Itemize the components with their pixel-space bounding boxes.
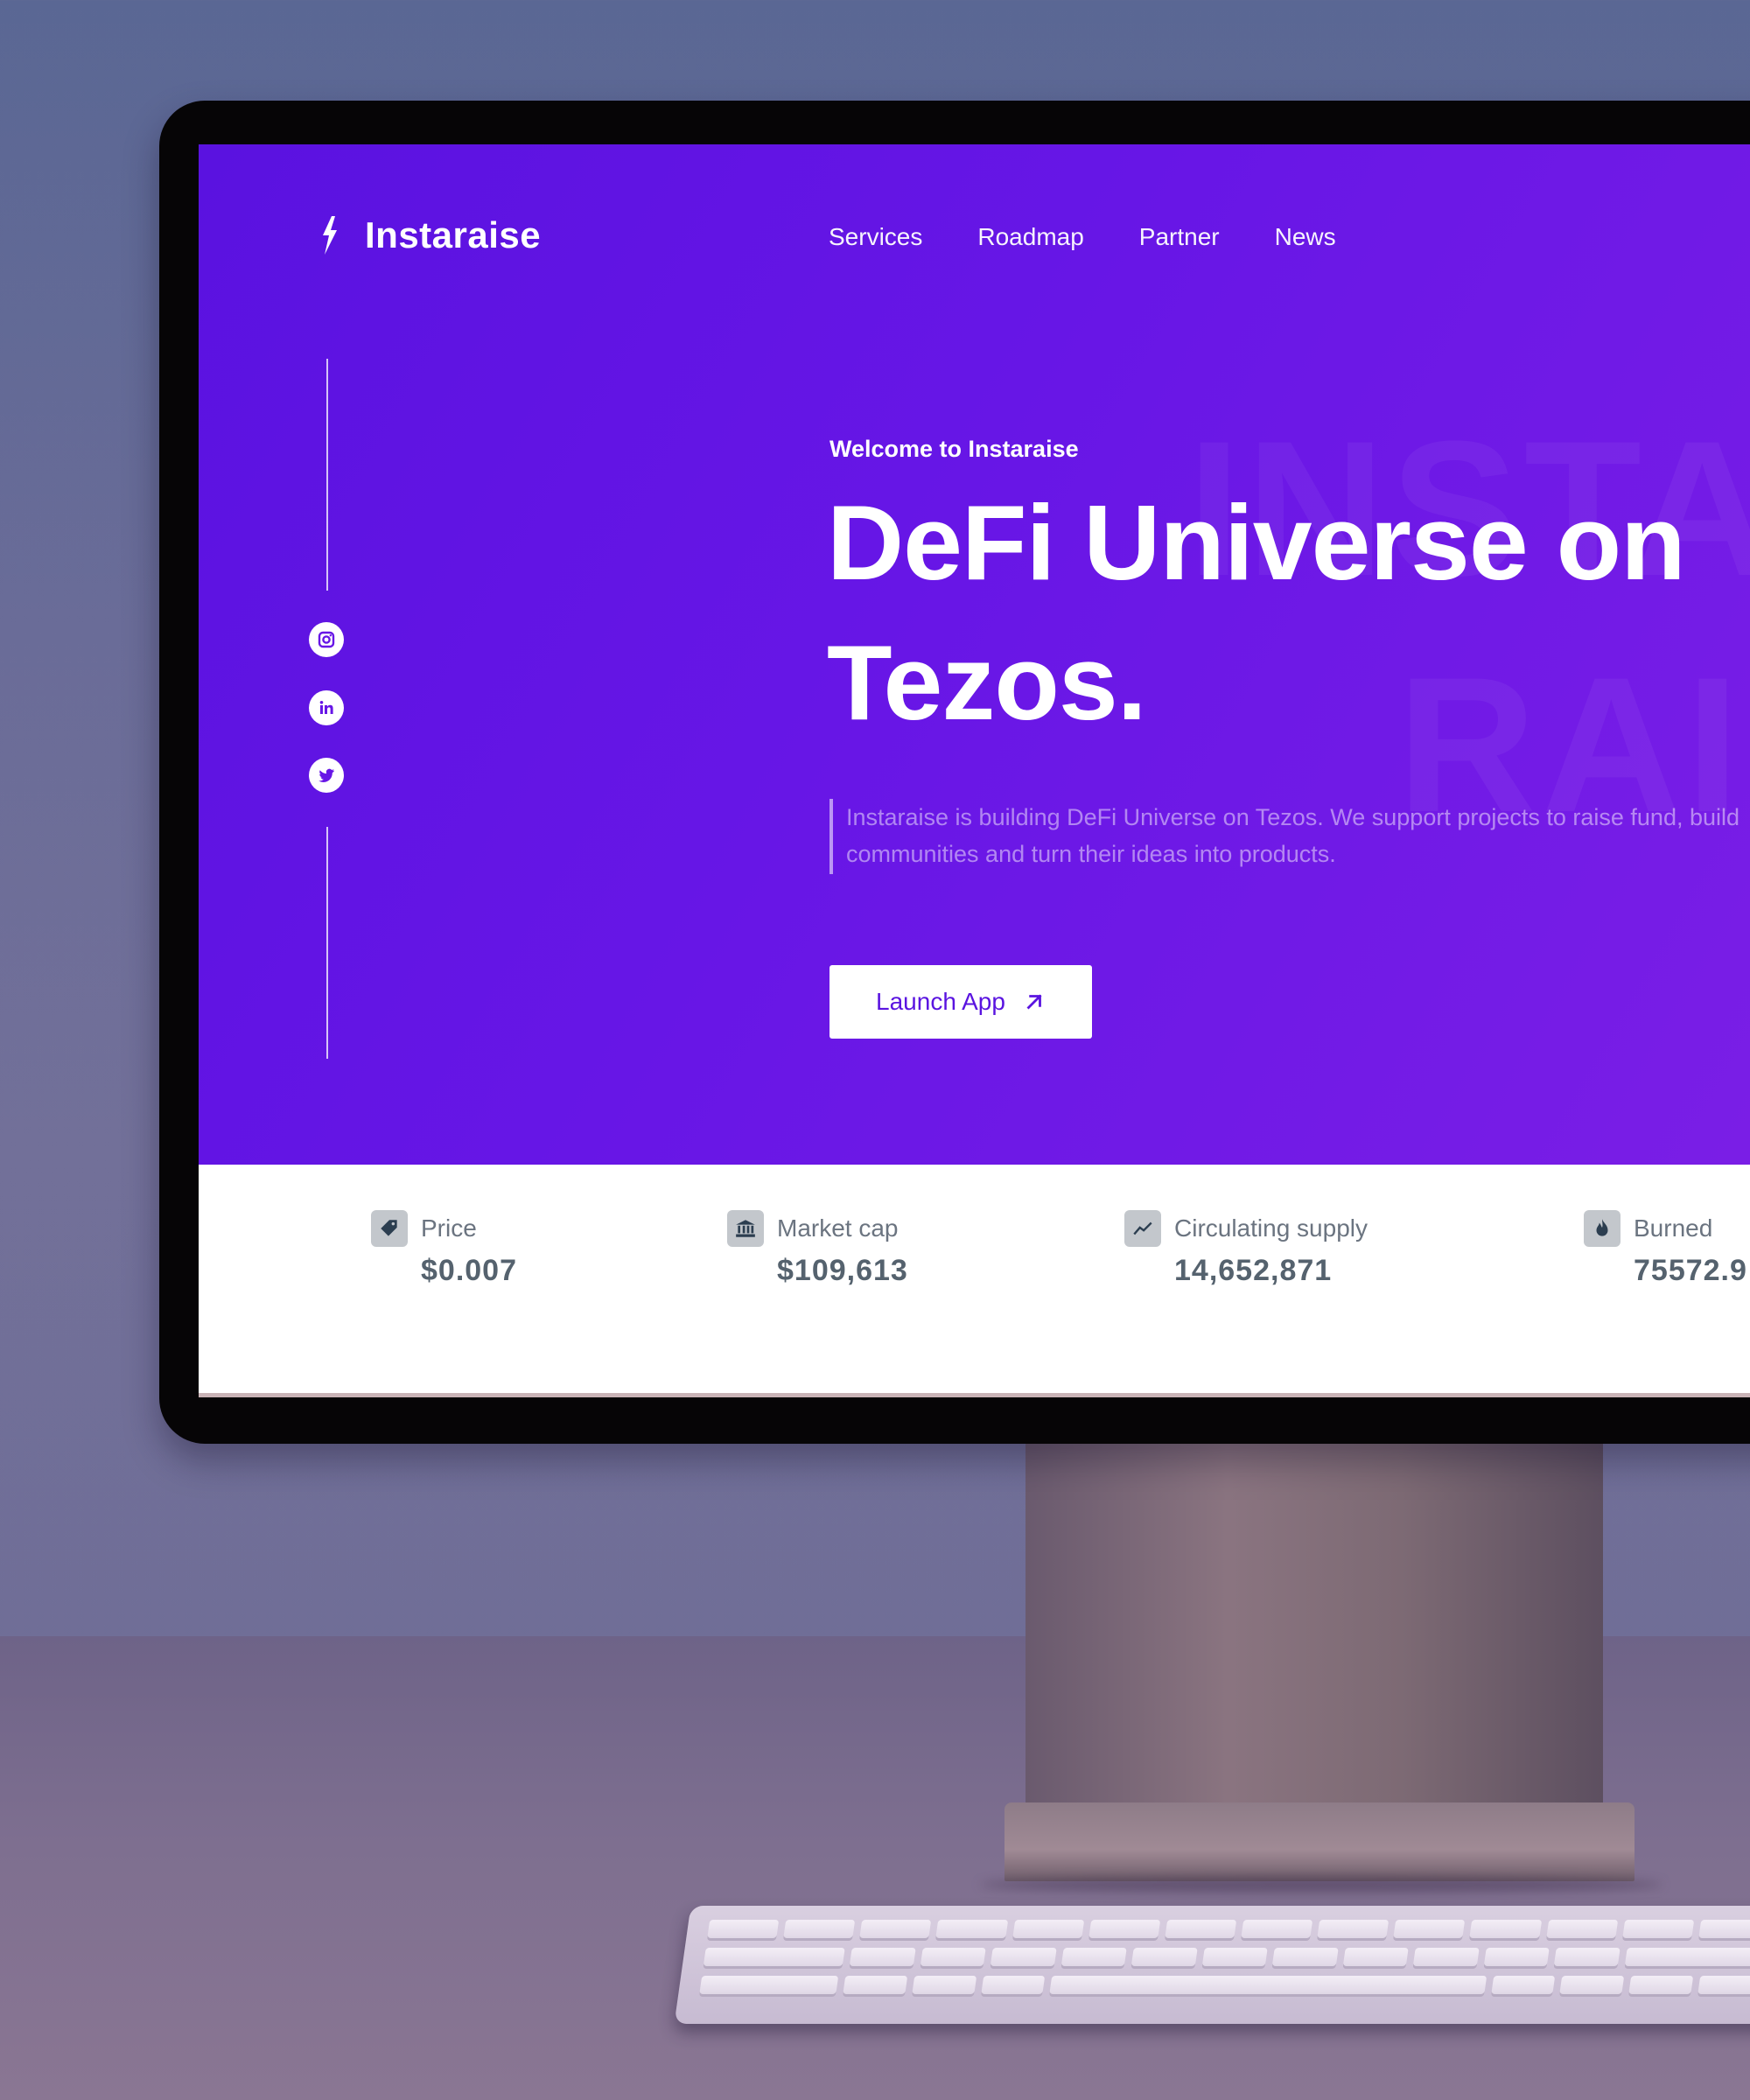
- fire-icon: [1596, 1219, 1608, 1236]
- launch-app-label: Launch App: [876, 988, 1005, 1015]
- stat-price: Price $0.007: [371, 1210, 517, 1288]
- instagram-link[interactable]: [309, 622, 344, 657]
- stat-circulating-supply: Circulating supply 14,652,871: [1124, 1210, 1368, 1288]
- arrow-up-right-icon: [1026, 994, 1042, 1010]
- monitor-stand: [1026, 1435, 1603, 1802]
- stat-label: Price: [421, 1214, 477, 1242]
- social-divider-bottom: [326, 827, 328, 1059]
- hero-eyebrow: Welcome to Instaraise: [830, 436, 1079, 462]
- bank-icon: [736, 1220, 755, 1237]
- lightning-bolt-icon: [323, 216, 337, 255]
- brand-name: Instaraise: [365, 214, 542, 256]
- stat-value: 75572.9: [1634, 1254, 1747, 1287]
- stand-shadow: [980, 1877, 1662, 1893]
- nav-link-roadmap[interactable]: Roadmap: [977, 223, 1083, 251]
- nav-link-partner[interactable]: Partner: [1139, 223, 1220, 251]
- twitter-link[interactable]: [309, 758, 344, 793]
- stat-market-cap: Market cap $109,613: [727, 1210, 908, 1288]
- main-nav: Services Roadmap Partner News: [829, 223, 1336, 251]
- page-below-fold: [199, 1336, 1750, 1397]
- linkedin-icon: [319, 701, 333, 714]
- stat-label: Circulating supply: [1174, 1214, 1368, 1242]
- description-accent-bar: [830, 799, 833, 874]
- brand-logo[interactable]: Instaraise: [319, 214, 541, 256]
- monitor-screen: INSTA RAISE Instaraise Services Roadmap …: [199, 144, 1750, 1397]
- hero-headline: DeFi Universe on Tezos.: [827, 483, 1686, 742]
- monitor-stand-base: [1004, 1802, 1634, 1881]
- stat-burned: Burned 75572.9: [1584, 1210, 1747, 1288]
- nav-link-services[interactable]: Services: [829, 223, 922, 251]
- hero-section: INSTA RAISE Instaraise Services Roadmap …: [199, 144, 1750, 1165]
- token-stats-bar: Price $0.007 Market cap $109,613 Circula…: [199, 1165, 1750, 1336]
- trend-chart-icon: [1133, 1222, 1152, 1236]
- social-divider-top: [326, 359, 328, 591]
- stat-value: 14,652,871: [1174, 1254, 1333, 1287]
- hero-description: Instaraise is building DeFi Universe on …: [846, 804, 1740, 867]
- keyboard: [674, 1906, 1750, 2024]
- stat-value: $109,613: [777, 1254, 908, 1287]
- price-tag-icon: [381, 1220, 397, 1236]
- twitter-icon: [318, 768, 334, 782]
- launch-app-button[interactable]: Launch App: [830, 965, 1092, 1039]
- linkedin-link[interactable]: [309, 690, 344, 725]
- stat-label: Burned: [1634, 1214, 1713, 1242]
- stat-value: $0.007: [421, 1254, 517, 1287]
- stat-label: Market cap: [777, 1214, 899, 1242]
- instagram-icon: [318, 631, 335, 648]
- screen-bottom-edge: [199, 1393, 1750, 1397]
- nav-link-news[interactable]: News: [1275, 223, 1336, 251]
